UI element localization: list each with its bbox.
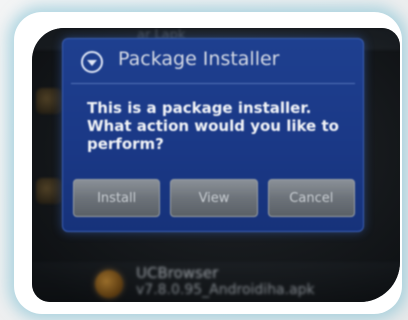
- background-app-icon: [36, 178, 62, 204]
- dialog-header: Package Installer: [63, 39, 363, 81]
- package-installer-dialog: Package Installer This is a package inst…: [62, 38, 364, 232]
- dropdown-circle-icon: [81, 51, 103, 73]
- background-app-name: UCBrowser: [136, 264, 219, 282]
- dialog-title: Package Installer: [118, 48, 280, 70]
- view-button[interactable]: View: [170, 179, 258, 217]
- background-app-filename: v7.8.0.95_Androidiha.apk: [136, 282, 315, 298]
- background-app-icon: [36, 88, 62, 114]
- dialog-message: This is a package installer. What action…: [87, 99, 339, 153]
- cancel-button[interactable]: Cancel: [267, 179, 355, 217]
- dialog-button-row: Install View Cancel: [73, 179, 355, 217]
- install-button[interactable]: Install: [73, 179, 161, 217]
- ucbrowser-app-icon: [95, 270, 123, 298]
- screenshot-canvas: ar Lapk UCBrowser v7.8.0.95_Androidiha.a…: [0, 0, 408, 320]
- dialog-divider: [71, 83, 355, 84]
